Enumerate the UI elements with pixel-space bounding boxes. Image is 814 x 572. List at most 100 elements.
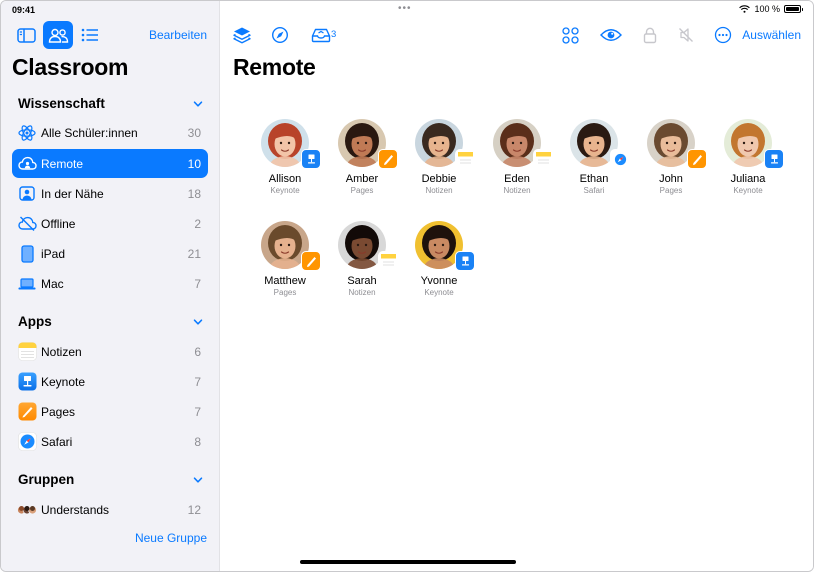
- mute-button[interactable]: [676, 25, 696, 45]
- laptop-icon: [17, 274, 37, 294]
- student-avatar[interactable]: [261, 221, 321, 271]
- student-tile[interactable]: Allison Keynote: [247, 119, 323, 195]
- sidebar-item-understands[interactable]: Understands 12: [12, 495, 208, 524]
- main-content: ••• 100 % 3 Auswählen Remote Allison Key…: [220, 1, 813, 571]
- group-avatars-icon: [17, 500, 37, 520]
- more-button[interactable]: [713, 25, 733, 45]
- app-grid-icon: [561, 26, 579, 44]
- sidebar-toggle-button[interactable]: [11, 21, 41, 49]
- student-app: Safari: [583, 186, 605, 195]
- keynote-app-icon: [17, 372, 37, 392]
- view-screens-button[interactable]: [600, 25, 622, 45]
- notes-badge-icon: [455, 149, 475, 169]
- student-avatar[interactable]: [338, 119, 398, 169]
- sidebar-item-all-students[interactable]: Alle Schüler:innen 30: [12, 118, 208, 147]
- student-tile[interactable]: Matthew Pages: [247, 221, 323, 297]
- student-avatar[interactable]: [647, 119, 707, 169]
- sidebar-item-count: 8: [194, 434, 201, 449]
- sidebar-item-remote[interactable]: Remote 10: [12, 149, 208, 178]
- status-time: 09:41: [12, 5, 36, 15]
- student-avatar[interactable]: [724, 119, 784, 169]
- student-avatar[interactable]: [415, 221, 475, 271]
- inbox-count-badge: 3: [331, 29, 337, 40]
- edit-button[interactable]: Bearbeiten: [149, 28, 207, 42]
- student-name: Juliana: [730, 173, 766, 185]
- student-app: Pages: [659, 186, 683, 195]
- pages-app-icon: [17, 402, 37, 422]
- student-avatar[interactable]: [570, 119, 630, 169]
- section-header-science[interactable]: Wissenschaft: [18, 96, 105, 111]
- ipad-icon: [17, 244, 37, 264]
- atom-icon: [17, 123, 37, 143]
- chevron-down-icon[interactable]: [193, 317, 203, 327]
- student-tile[interactable]: Juliana Keynote: [710, 119, 786, 195]
- chevron-down-icon[interactable]: [193, 99, 203, 109]
- student-avatar[interactable]: [493, 119, 553, 169]
- page-title: Remote: [233, 54, 316, 80]
- list-icon: [81, 28, 98, 42]
- select-button[interactable]: Auswählen: [742, 28, 801, 42]
- sidebar-item-count: 7: [194, 374, 201, 389]
- layers-icon: [233, 27, 251, 44]
- sidebar-item-nearby[interactable]: In der Nähe 18: [12, 179, 208, 208]
- pages-badge-icon: [378, 149, 398, 169]
- speaker-slash-icon: [679, 28, 693, 42]
- sidebar-item-count: 12: [187, 502, 201, 517]
- safari-app-icon: [17, 432, 37, 452]
- student-avatar[interactable]: [415, 119, 475, 169]
- notes-badge-icon: [378, 251, 398, 271]
- multitasking-dots[interactable]: •••: [398, 3, 412, 14]
- section-header-apps[interactable]: Apps: [18, 314, 52, 329]
- ipad-screen: 09:41 Bearbeiten Classroom Wissenschaft …: [0, 0, 814, 572]
- student-tile[interactable]: Yvonne Keynote: [401, 221, 477, 297]
- student-tile[interactable]: Ethan Safari: [556, 119, 632, 195]
- sidebar-item-pages[interactable]: Pages 7: [12, 397, 208, 426]
- sidebar-item-notes[interactable]: Notizen 6: [12, 337, 208, 366]
- sidebar-item-safari[interactable]: Safari 8: [12, 427, 208, 456]
- student-avatar[interactable]: [261, 119, 321, 169]
- student-tile[interactable]: Sarah Notizen: [324, 221, 400, 297]
- people-view-button[interactable]: [43, 21, 73, 49]
- new-group-button[interactable]: Neue Gruppe: [135, 531, 207, 545]
- compass-icon: [271, 26, 289, 44]
- lock-button[interactable]: [640, 25, 660, 45]
- sidebar-item-ipad[interactable]: iPad 21: [12, 239, 208, 268]
- sidebar-item-count: 2: [194, 216, 201, 231]
- sidebar-item-count: 6: [194, 344, 201, 359]
- lock-icon: [643, 27, 657, 43]
- sidebar-item-count: 18: [187, 186, 201, 201]
- student-tile[interactable]: Eden Notizen: [479, 119, 555, 195]
- wifi-icon: [739, 5, 751, 13]
- navigate-button[interactable]: [270, 25, 290, 45]
- student-app: Notizen: [348, 288, 376, 297]
- student-avatar[interactable]: [338, 221, 398, 271]
- section-header-groups[interactable]: Gruppen: [18, 472, 74, 487]
- battery-percent: 100 %: [754, 4, 780, 14]
- layers-button[interactable]: [232, 25, 252, 45]
- sidebar-item-keynote[interactable]: Keynote 7: [12, 367, 208, 396]
- sidebar: 09:41 Bearbeiten Classroom Wissenschaft …: [1, 1, 220, 571]
- list-view-button[interactable]: [75, 21, 105, 49]
- student-name: Amber: [345, 173, 379, 185]
- status-indicators: 100 %: [739, 4, 803, 14]
- student-tile[interactable]: Amber Pages: [324, 119, 400, 195]
- home-indicator[interactable]: [300, 560, 516, 564]
- student-tile[interactable]: Debbie Notizen: [401, 119, 477, 195]
- pages-badge-icon: [687, 149, 707, 169]
- student-app: Notizen: [503, 186, 531, 195]
- sidebar-item-mac[interactable]: Mac 7: [12, 269, 208, 298]
- open-app-button[interactable]: [560, 25, 580, 45]
- person-rect-icon: [17, 184, 37, 204]
- chevron-down-icon[interactable]: [193, 475, 203, 485]
- inbox-button[interactable]: [309, 25, 333, 45]
- student-name: Eden: [504, 173, 530, 185]
- sidebar-item-offline[interactable]: Offline 2: [12, 209, 208, 238]
- sidebar-item-label: Keynote: [41, 374, 86, 389]
- sidebar-toolbar: [11, 21, 107, 49]
- cloud-icon: [17, 154, 37, 174]
- student-app: Pages: [350, 186, 374, 195]
- student-tile[interactable]: John Pages: [633, 119, 709, 195]
- student-name: Matthew: [264, 275, 306, 287]
- sidebar-item-count: 30: [187, 125, 201, 140]
- student-name: Debbie: [421, 173, 457, 185]
